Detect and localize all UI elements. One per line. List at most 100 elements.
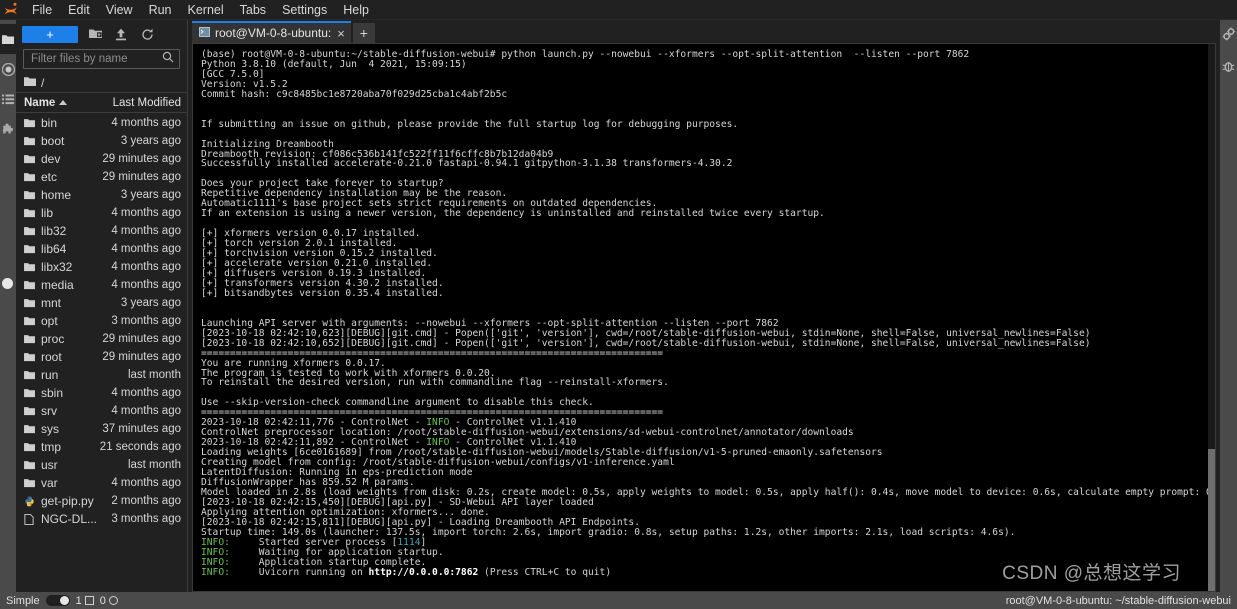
- menu-bar: File Edit View Run Kernel Tabs Settings …: [0, 0, 1237, 20]
- file-list-header: Name Last Modified: [16, 92, 187, 113]
- new-launcher-button[interactable]: +: [22, 25, 78, 43]
- jupyterlab-window: File Edit View Run Kernel Tabs Settings …: [0, 0, 1237, 609]
- file-list-item[interactable]: NGC-DL... 3 months ago: [16, 510, 187, 528]
- breadcrumb[interactable]: /: [16, 73, 187, 92]
- column-header-name[interactable]: Name: [24, 97, 113, 109]
- file-list-item[interactable]: dev 29 minutes ago: [16, 150, 187, 168]
- file-list-item[interactable]: boot 3 years ago: [16, 132, 187, 150]
- file-list-item[interactable]: proc 29 minutes ago: [16, 330, 187, 348]
- new-tab-button[interactable]: +: [352, 23, 375, 43]
- running-terminals-icon[interactable]: [0, 54, 16, 84]
- file-list-item[interactable]: opt 3 months ago: [16, 312, 187, 330]
- file-list-item[interactable]: etc 29 minutes ago: [16, 168, 187, 186]
- folder-icon: [24, 388, 37, 398]
- folder-icon: [24, 190, 37, 200]
- kernels-status[interactable]: 0: [100, 595, 118, 607]
- file-list-item[interactable]: get-pip.py 2 months ago: [16, 492, 187, 510]
- file-last-modified: 4 months ago: [111, 279, 181, 291]
- file-list-item[interactable]: libx32 4 months ago: [16, 258, 187, 276]
- upload-icon[interactable]: [112, 25, 130, 43]
- terminal-scrollbar-thumb[interactable]: [1208, 448, 1215, 591]
- file-list-item[interactable]: tmp 21 seconds ago: [16, 438, 187, 456]
- file-last-modified: 4 months ago: [111, 243, 181, 255]
- sidebar-resize-handle[interactable]: [2, 278, 13, 289]
- file-name: dev: [41, 152, 61, 166]
- tab-terminal[interactable]: root@VM-0-8-ubuntu: ×: [192, 21, 351, 43]
- file-name: root: [41, 350, 62, 364]
- terminal-line: Python 3.8.10 (default, Jun 4 2021, 15:0…: [201, 58, 467, 70]
- menu-settings[interactable]: Settings: [274, 1, 335, 19]
- file-list-item[interactable]: media 4 months ago: [16, 276, 187, 294]
- file-list-item[interactable]: srv 4 months ago: [16, 402, 187, 420]
- file-list-item[interactable]: run last month: [16, 366, 187, 384]
- kernels-count: 0: [99, 594, 106, 607]
- kernel-status-icon: [108, 596, 118, 605]
- commands-icon[interactable]: [0, 84, 16, 114]
- file-browser-icon[interactable]: [0, 24, 16, 54]
- terminal-line: [+] bitsandbytes version 0.35.4 installe…: [201, 287, 444, 299]
- file-last-modified: last month: [127, 369, 181, 381]
- menu-tabs[interactable]: Tabs: [232, 1, 274, 19]
- terminal-panel[interactable]: (base) root@VM-0-8-ubuntu:~/stable-diffu…: [192, 43, 1216, 592]
- file-name: proc: [41, 332, 65, 346]
- menu-run[interactable]: Run: [141, 1, 180, 19]
- file-list-item[interactable]: home 3 years ago: [16, 186, 187, 204]
- file-browser-toolbar: +: [16, 20, 187, 48]
- file-last-modified: last month: [127, 459, 181, 471]
- menu-file[interactable]: File: [24, 1, 60, 19]
- file-list-item[interactable]: bin 4 months ago: [16, 114, 187, 132]
- file-list-item[interactable]: lib64 4 months ago: [16, 240, 187, 258]
- file-name: libx32: [41, 260, 73, 274]
- file-list-item[interactable]: sbin 4 months ago: [16, 384, 187, 402]
- file-last-modified: 4 months ago: [111, 261, 181, 273]
- terminals-count: 1: [75, 594, 82, 607]
- file-name: var: [41, 476, 58, 490]
- file-list-item[interactable]: var 4 months ago: [16, 474, 187, 492]
- extension-manager-icon[interactable]: [0, 114, 16, 144]
- file-list-item[interactable]: sys 37 minutes ago: [16, 420, 187, 438]
- file-list-item[interactable]: mnt 3 years ago: [16, 294, 187, 312]
- file-name: srv: [41, 404, 57, 418]
- menu-kernel[interactable]: Kernel: [180, 1, 232, 19]
- file-filter-box[interactable]: [23, 49, 180, 69]
- terminal-scrollbar[interactable]: [1208, 44, 1215, 591]
- file-list-item[interactable]: root 29 minutes ago: [16, 348, 187, 366]
- file-icon: [24, 513, 37, 525]
- simple-mode-toggle[interactable]: [45, 595, 70, 606]
- file-name: lib64: [41, 242, 67, 256]
- file-list-item[interactable]: usr last month: [16, 456, 187, 474]
- terminal-line-segment: Uvicorn running on: [229, 566, 369, 578]
- folder-icon: [24, 424, 37, 434]
- activity-bar: [0, 20, 16, 592]
- new-folder-icon[interactable]: [86, 25, 104, 43]
- folder-icon: [24, 172, 37, 182]
- column-header-last-modified[interactable]: Last Modified: [113, 97, 181, 109]
- file-name: etc: [41, 170, 58, 184]
- menu-view[interactable]: View: [98, 1, 141, 19]
- file-last-modified: 4 months ago: [111, 405, 181, 417]
- menu-edit[interactable]: Edit: [60, 1, 98, 19]
- terminal-line-segment: INFO:: [201, 566, 230, 578]
- file-filter-input[interactable]: [29, 52, 162, 66]
- file-name: sys: [41, 422, 59, 436]
- close-icon[interactable]: ×: [336, 27, 345, 40]
- jupyter-logo-icon: [2, 1, 20, 19]
- status-bar: Simple 1 0 root@VM-0-8-ubuntu: ~/stable-…: [0, 592, 1237, 609]
- file-list[interactable]: bin 4 months ago boot 3 years ago dev 29 minu…: [16, 113, 187, 592]
- debugger-icon[interactable]: [1221, 58, 1237, 74]
- file-list-item[interactable]: lib 4 months ago: [16, 204, 187, 222]
- terminals-status[interactable]: 1: [76, 595, 94, 607]
- file-last-modified: 29 minutes ago: [102, 153, 181, 165]
- menu-help[interactable]: Help: [335, 1, 377, 19]
- property-inspector-icon[interactable]: [1221, 26, 1237, 42]
- file-last-modified: 4 months ago: [111, 207, 181, 219]
- folder-icon: [24, 76, 36, 90]
- terminal-line: If an extension is using a newer version…: [201, 208, 825, 220]
- workspace: + Filter files by name / Name Last Modif…: [0, 20, 1237, 592]
- file-list-item[interactable]: lib32 4 months ago: [16, 222, 187, 240]
- file-last-modified: 37 minutes ago: [102, 423, 181, 435]
- file-name: run: [41, 368, 59, 382]
- terminal-output[interactable]: (base) root@VM-0-8-ubuntu:~/stable-diffu…: [193, 44, 1215, 591]
- file-last-modified: 4 months ago: [111, 387, 181, 399]
- refresh-icon[interactable]: [138, 25, 156, 43]
